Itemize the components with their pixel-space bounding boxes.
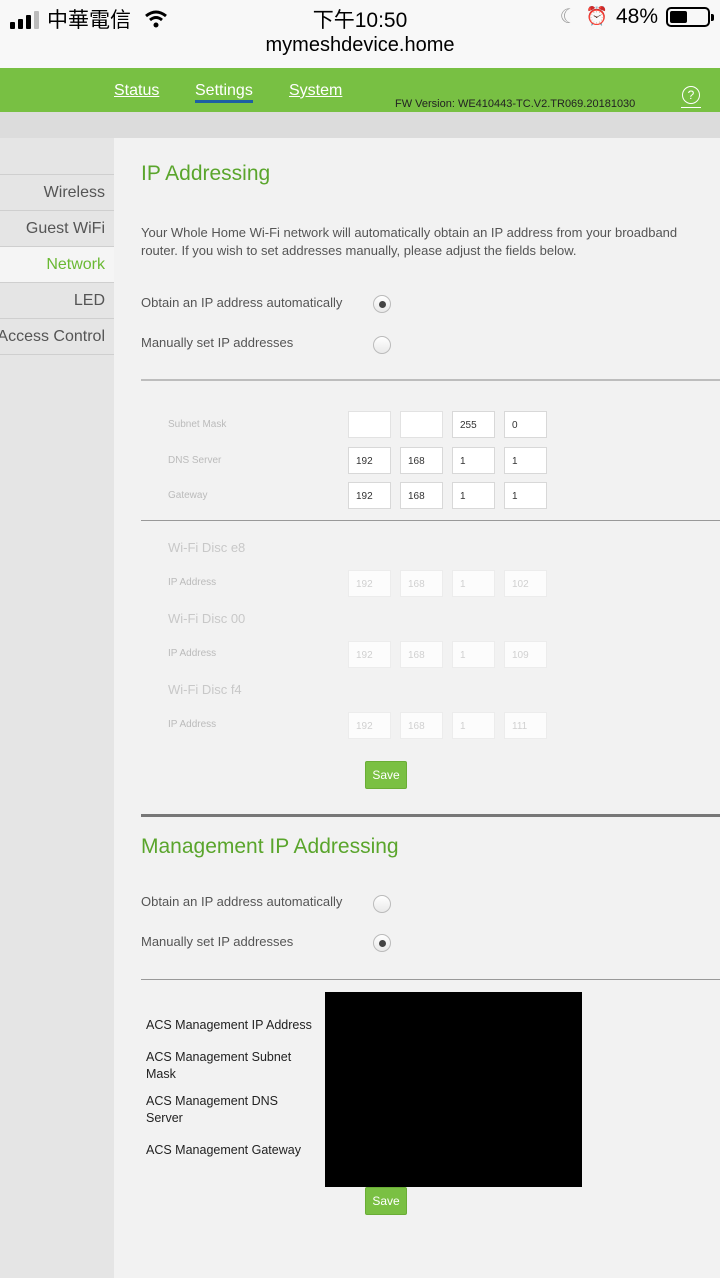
radio-auto[interactable]: [373, 295, 391, 313]
section-divider: [141, 814, 720, 817]
sidebar-item-label: Wireless: [43, 184, 105, 201]
disc-f4-octet-2: 168: [400, 712, 443, 739]
gateway-label: Gateway: [168, 490, 208, 501]
url-bar[interactable]: mymeshdevice.home: [0, 34, 720, 68]
battery-icon: [666, 6, 714, 27]
status-right-group: ☾ ⏰ 48%: [559, 4, 714, 29]
section-divider: [141, 979, 720, 980]
disc-f4-name: Wi-Fi Disc f4: [168, 682, 242, 697]
sidebar-item-label: Network: [46, 256, 105, 273]
disc-00-ip-label: IP Address: [168, 648, 217, 659]
help-icon[interactable]: ?: [682, 86, 700, 104]
acs-ip-label: ACS Management IP Address: [146, 1018, 312, 1032]
help-underline: [681, 107, 701, 108]
top-nav-bar: Status Settings System FW Version: WE410…: [0, 68, 720, 112]
acs-dns-label: ACS Management DNS Server: [146, 1094, 279, 1125]
gateway-octet-3[interactable]: 1: [452, 482, 495, 509]
tab-system[interactable]: System: [289, 82, 342, 100]
sidebar-item-label: LED: [73, 292, 105, 309]
gateway-octet-2[interactable]: 168: [400, 482, 443, 509]
disc-00-octet-3: 1: [452, 641, 495, 668]
subnet-octet-3[interactable]: 255: [452, 411, 495, 438]
description-line: Your Whole Home Wi-Fi network will autom…: [141, 225, 678, 240]
disc-e8-ip-label: IP Address: [168, 577, 217, 588]
dns-server-label: DNS Server: [168, 455, 222, 466]
fw-version: FW Version: WE410443-TC.V2.TR069.2018103…: [395, 98, 636, 110]
dns-octet-4[interactable]: 1: [504, 447, 547, 474]
subnet-octet-2[interactable]: [400, 411, 443, 438]
disc-f4-octet-4: 111: [504, 712, 547, 739]
description-line: router. If you wish to set addresses man…: [141, 243, 577, 258]
disc-e8-octet-2: 168: [400, 570, 443, 597]
alarm-icon: ⏰: [585, 6, 608, 26]
dns-octet-3[interactable]: 1: [452, 447, 495, 474]
disc-00-octet-1: 192: [348, 641, 391, 668]
sidebar-item-network[interactable]: Network: [0, 246, 114, 282]
disc-00-octet-2: 168: [400, 641, 443, 668]
management-title: Management IP Addressing: [141, 835, 399, 858]
sidebar-item-label: Access Control: [0, 328, 105, 345]
disc-e8-octet-4: 102: [504, 570, 547, 597]
sidebar-item-label: Guest WiFi: [25, 220, 105, 237]
url-text: mymeshdevice.home: [265, 34, 455, 56]
acs-subnet-label: ACS Management Subnet Mask: [146, 1050, 292, 1081]
tab-settings[interactable]: Settings: [195, 82, 253, 103]
section-divider: [141, 379, 720, 381]
disc-e8-octet-3: 1: [452, 570, 495, 597]
acs-gateway-label: ACS Management Gateway: [146, 1143, 301, 1157]
ip-addressing-title: IP Addressing: [141, 162, 271, 185]
sidebar-item-guest-wifi[interactable]: Guest WiFi: [0, 210, 114, 246]
subnet-octet-1[interactable]: [348, 411, 391, 438]
disc-f4-octet-3: 1: [452, 712, 495, 739]
mgmt-radio-manual[interactable]: [373, 934, 391, 952]
sidebar-item-access-control[interactable]: Access Control: [0, 318, 114, 354]
disc-f4-octet-1: 192: [348, 712, 391, 739]
dns-octet-1[interactable]: 192: [348, 447, 391, 474]
gateway-octet-1[interactable]: 192: [348, 482, 391, 509]
tab-status[interactable]: Status: [114, 82, 159, 100]
dns-octet-2[interactable]: 168: [400, 447, 443, 474]
ip-addressing-description: Your Whole Home Wi-Fi network will autom…: [141, 224, 720, 260]
option-auto-label: Obtain an IP address automatically: [141, 295, 343, 310]
battery-percent: 48%: [615, 4, 658, 28]
subnet-octet-4[interactable]: 0: [504, 411, 547, 438]
disc-e8-name: Wi-Fi Disc e8: [168, 540, 246, 555]
ios-status-bar: 中華電信 下午10:50 ☾ ⏰ 48%: [0, 0, 720, 34]
disc-00-name: Wi-Fi Disc 00: [168, 611, 246, 626]
sidebar-item-wireless[interactable]: Wireless: [0, 174, 114, 210]
mgmt-radio-auto[interactable]: [373, 895, 391, 913]
moon-icon: ☾: [559, 6, 578, 28]
redacted-fields: [325, 992, 582, 1187]
subnet-mask-label: Subnet Mask: [168, 419, 227, 430]
sidebar-divider: [0, 354, 114, 355]
mgmt-option-manual-label: Manually set IP addresses: [141, 934, 294, 949]
disc-e8-octet-1: 192: [348, 570, 391, 597]
sidebar: Wireless Guest WiFi Network LED Access C…: [0, 138, 114, 1278]
disc-00-octet-4: 109: [504, 641, 547, 668]
sub-nav-bar: [0, 112, 720, 138]
battery-fill: [670, 10, 688, 23]
gateway-octet-4[interactable]: 1: [504, 482, 547, 509]
save-button[interactable]: Save: [365, 761, 407, 789]
option-manual-label: Manually set IP addresses: [141, 335, 294, 350]
mgmt-save-button[interactable]: Save: [365, 1187, 407, 1215]
sidebar-item-led[interactable]: LED: [0, 282, 114, 318]
radio-manual[interactable]: [373, 336, 391, 354]
disc-f4-ip-label: IP Address: [168, 719, 217, 730]
section-divider: [141, 520, 720, 521]
mgmt-option-auto-label: Obtain an IP address automatically: [141, 894, 343, 909]
